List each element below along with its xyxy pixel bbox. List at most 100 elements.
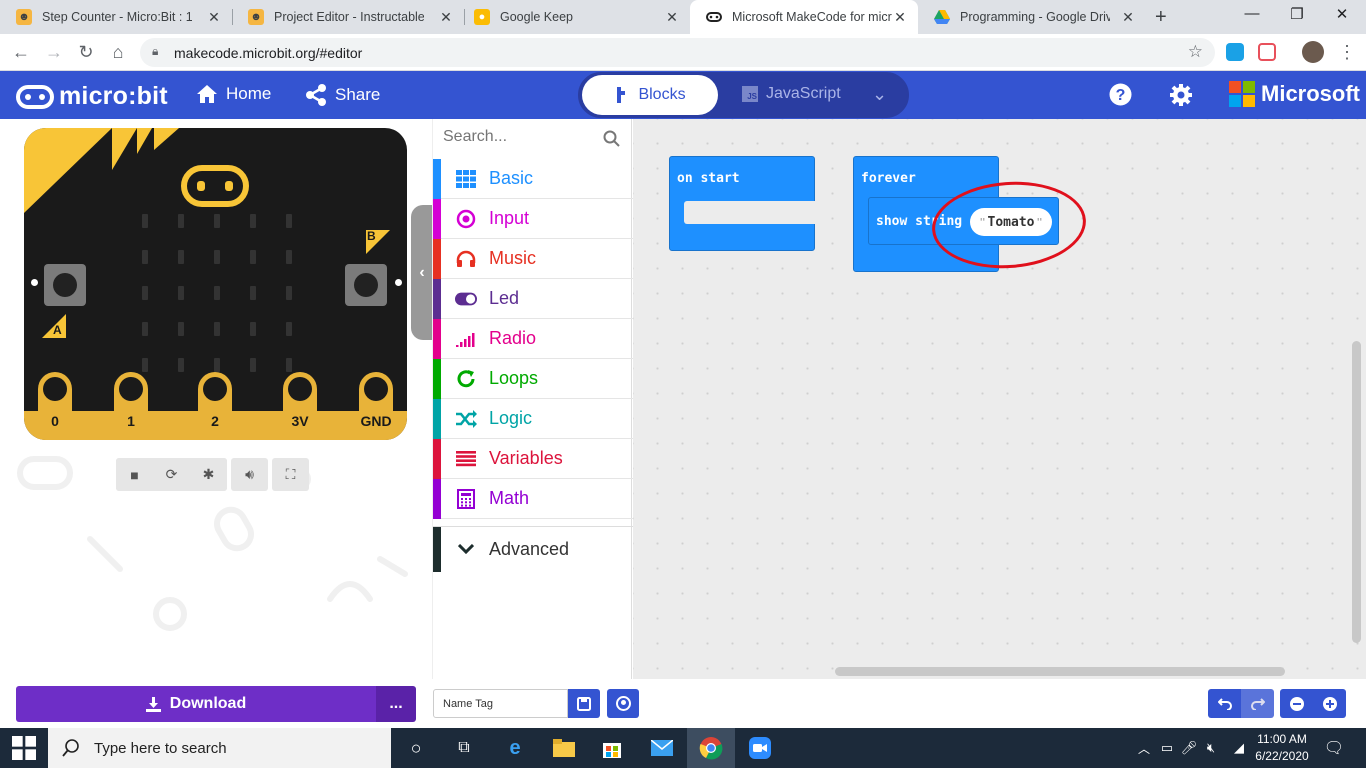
browser-tab-project-editor[interactable]: ☻ Project Editor - Instructables ✕ — [232, 0, 464, 34]
forward-icon[interactable]: → — [43, 42, 65, 63]
pin-2[interactable] — [198, 372, 232, 440]
chevron-down-icon[interactable]: ⌄ — [872, 84, 887, 105]
file-explorer-icon[interactable] — [552, 736, 576, 760]
redo-button[interactable] — [1241, 689, 1274, 718]
store-icon[interactable] — [600, 736, 624, 760]
show-hidden-icons[interactable]: ︿ — [1132, 736, 1156, 760]
browser-tab-google-drive[interactable]: Programming - Google Drive ✕ — [918, 0, 1146, 34]
zoom-out-button[interactable] — [1280, 689, 1313, 718]
edge-icon[interactable]: e — [503, 736, 527, 760]
zoom-app-icon[interactable] — [748, 736, 772, 760]
reload-icon[interactable]: ↻ — [75, 42, 97, 63]
save-button[interactable] — [568, 689, 600, 718]
collapse-simulator-button[interactable]: ‹ — [411, 205, 433, 340]
search-icon[interactable] — [603, 130, 620, 147]
share-button[interactable]: Share — [305, 84, 380, 106]
category-label: Variables — [489, 448, 563, 468]
cortana-icon[interactable]: ○ — [404, 736, 428, 760]
minimize-icon[interactable]: — — [1232, 5, 1272, 22]
category-variables[interactable]: Variables — [433, 438, 633, 479]
category-radio[interactable]: Radio — [433, 318, 633, 359]
tab-title: Project Editor - Instructables — [274, 10, 424, 24]
instructables-icon: ☻ — [248, 9, 264, 25]
close-tab-icon[interactable]: ✕ — [438, 9, 454, 26]
close-window-icon[interactable]: ✕ — [1322, 5, 1362, 23]
category-logic[interactable]: Logic — [433, 398, 633, 439]
pin-0[interactable] — [38, 372, 72, 440]
volume-icon[interactable]: 🔊︎ — [231, 458, 268, 491]
category-music[interactable]: Music — [433, 238, 633, 279]
volume-muted-icon[interactable]: 🔇︎ — [1199, 736, 1223, 760]
browser-tab-google-keep[interactable]: ● Google Keep ✕ — [458, 0, 690, 34]
extension-icon[interactable] — [1258, 43, 1276, 61]
bookmark-star-icon[interactable]: ☆ — [1188, 42, 1203, 62]
horizontal-scrollbar[interactable] — [835, 667, 1285, 676]
microphone-icon[interactable]: 🎤︎ — [1177, 736, 1201, 760]
led — [250, 322, 256, 336]
button-b[interactable] — [345, 264, 387, 306]
microsoft-logo-icon — [1229, 81, 1255, 107]
extension-icon[interactable] — [1226, 43, 1244, 61]
project-name-input[interactable] — [433, 689, 568, 718]
browser-menu-icon[interactable]: ⋮ — [1336, 42, 1358, 63]
microbit-logo[interactable]: micro:bit — [16, 82, 168, 111]
browser-tab-makecode[interactable]: Microsoft MakeCode for micro ✕ — [690, 0, 918, 34]
mail-icon[interactable] — [650, 736, 674, 760]
windows-start-icon[interactable] — [12, 736, 36, 760]
home-button[interactable]: Home — [196, 84, 271, 104]
chrome-taskbar-button[interactable] — [687, 728, 735, 768]
notifications-icon[interactable]: 🗨︎ — [1322, 736, 1346, 760]
wifi-icon[interactable]: ◢ — [1227, 736, 1251, 760]
fullscreen-icon[interactable]: ⛶ — [272, 458, 309, 491]
debug-icon[interactable]: ✱ — [190, 458, 227, 491]
category-advanced[interactable]: Advanced — [433, 526, 633, 572]
vertical-scrollbar[interactable] — [1352, 341, 1361, 643]
microbit-board[interactable]: B A 0 1 2 3V GND — [24, 128, 407, 440]
toolbox-search-input[interactable] — [443, 128, 593, 146]
battery-icon[interactable]: ▭ — [1155, 736, 1179, 760]
restart-icon[interactable]: ⟳ — [153, 458, 190, 491]
category-input[interactable]: Input — [433, 198, 633, 239]
editor-bottom-bar: Download ... — [0, 679, 1366, 728]
on-start-block[interactable]: on start — [669, 156, 816, 251]
home-icon[interactable]: ⌂ — [107, 42, 129, 63]
help-icon[interactable]: ? — [1109, 83, 1132, 106]
new-tab-icon[interactable]: + — [1155, 6, 1167, 29]
profile-avatar[interactable] — [1302, 41, 1324, 63]
share-icon — [306, 84, 326, 106]
pin-3v[interactable] — [283, 372, 317, 440]
category-basic[interactable]: Basic — [433, 158, 633, 199]
undo-button[interactable] — [1208, 689, 1241, 718]
system-clock[interactable]: 11:00 AM 6/22/2020 — [1254, 731, 1310, 765]
pin-1[interactable] — [114, 372, 148, 440]
javascript-tab[interactable]: JS JavaScript — [742, 85, 841, 103]
taskbar-search-placeholder: Type here to search — [94, 739, 227, 757]
category-led[interactable]: Led — [433, 278, 633, 319]
close-tab-icon[interactable]: ✕ — [892, 9, 908, 26]
close-tab-icon[interactable]: ✕ — [664, 9, 680, 26]
address-bar[interactable]: 🔒︎ makecode.microbit.org/#editor ☆ — [140, 38, 1215, 67]
button-a[interactable] — [44, 264, 86, 306]
blocks-workspace[interactable]: on start forever show string " Tomato " — [633, 119, 1366, 679]
category-loops[interactable]: Loops — [433, 358, 633, 399]
stop-icon[interactable]: ■ — [116, 458, 153, 491]
download-button[interactable]: Download — [16, 686, 376, 722]
microsoft-logo[interactable]: Microsoft — [1229, 81, 1360, 107]
taskbar-search-box[interactable]: Type here to search — [48, 728, 391, 768]
blocks-tab[interactable]: Blocks — [582, 75, 718, 115]
pin-label: 2 — [211, 413, 219, 429]
download-more-button[interactable]: ... — [376, 686, 416, 722]
category-math[interactable]: Math — [433, 478, 633, 519]
gear-icon[interactable] — [1169, 83, 1193, 107]
task-view-icon[interactable]: ⧉ — [452, 736, 476, 760]
pin-label: 1 — [127, 413, 135, 429]
close-tab-icon[interactable]: ✕ — [206, 9, 222, 26]
back-icon[interactable]: ← — [10, 42, 32, 63]
close-tab-icon[interactable]: ✕ — [1120, 9, 1136, 26]
restore-icon[interactable]: ❐ — [1277, 5, 1317, 23]
search-icon — [62, 739, 79, 757]
zoom-in-button[interactable] — [1313, 689, 1346, 718]
github-button[interactable] — [607, 689, 639, 718]
pin-gnd[interactable] — [359, 372, 393, 440]
browser-tab-step-counter[interactable]: ☻ Step Counter - Micro:Bit : 11 St ✕ — [0, 0, 232, 34]
